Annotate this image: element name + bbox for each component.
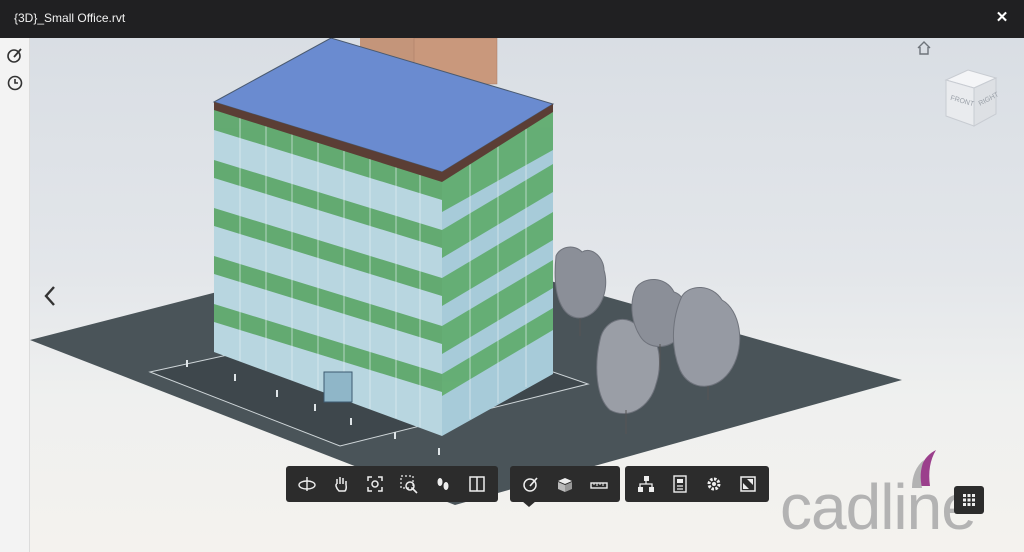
measure-toolbar — [510, 466, 620, 502]
model-browser-icon[interactable] — [629, 469, 663, 499]
viewcube[interactable]: FRONT RIGHT — [938, 66, 1002, 130]
left-toolbar — [0, 38, 30, 552]
home-icon[interactable] — [916, 40, 932, 56]
orbit-icon[interactable] — [290, 469, 324, 499]
window-title: {3D}_Small Office.rvt — [14, 11, 126, 25]
title-bar: {3D}_Small Office.rvt ✕ — [0, 0, 1024, 38]
settings-toolbar — [625, 466, 769, 502]
apps-grid-icon[interactable] — [954, 486, 984, 514]
measure-distance-icon[interactable] — [582, 469, 616, 499]
explode-model-icon[interactable] — [548, 469, 582, 499]
navigation-toolbar — [286, 466, 498, 502]
fullscreen-icon[interactable] — [731, 469, 765, 499]
fit-to-view-icon[interactable] — [358, 469, 392, 499]
close-icon[interactable]: ✕ — [992, 8, 1012, 28]
toolbar-active-notch — [522, 501, 536, 507]
markup-measure-icon[interactable] — [514, 469, 548, 499]
first-person-icon[interactable] — [426, 469, 460, 499]
brand-swoosh-icon — [912, 450, 936, 488]
markup-icon[interactable] — [6, 46, 24, 64]
settings-gear-icon[interactable] — [697, 469, 731, 499]
pan-hand-icon[interactable] — [324, 469, 358, 499]
zoom-window-icon[interactable] — [392, 469, 426, 499]
properties-icon[interactable] — [663, 469, 697, 499]
history-clock-icon[interactable] — [6, 74, 24, 92]
entrance-door — [323, 371, 353, 403]
section-icon[interactable] — [460, 469, 494, 499]
previous-view-chevron-icon[interactable] — [40, 283, 60, 309]
